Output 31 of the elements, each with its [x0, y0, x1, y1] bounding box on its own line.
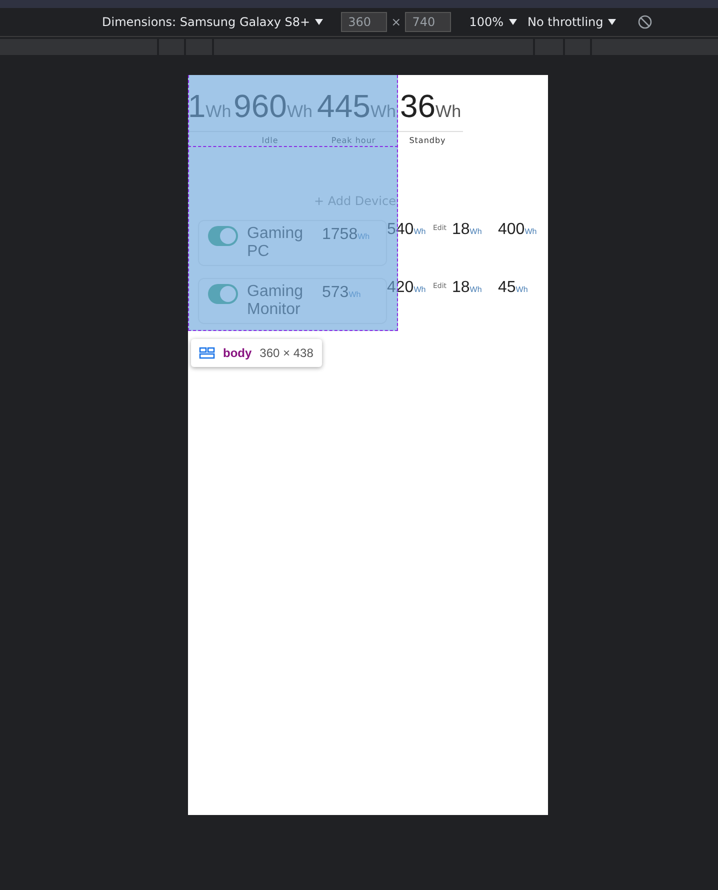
device-dropdown[interactable]: Dimensions: Samsung Galaxy S8+: [102, 15, 324, 29]
standby-value: 18Wh: [452, 278, 483, 298]
idle-value: 400Wh: [498, 220, 538, 240]
toggle-switch[interactable]: [208, 226, 238, 246]
stat-label: Peak hour: [331, 136, 376, 146]
times-sign: ×: [391, 15, 402, 29]
stat-value: 960Wh: [234, 87, 312, 126]
total-value: 1758Wh: [322, 225, 371, 245]
peak-value: 540Wh: [387, 220, 427, 240]
stat-value: 36Wh: [400, 87, 462, 126]
stat-label: Idle: [262, 136, 278, 146]
caret-icon: [608, 19, 616, 25]
element-tag: body: [223, 346, 252, 360]
height-field[interactable]: 740: [405, 12, 452, 32]
width-field[interactable]: 360: [341, 12, 388, 32]
zoom-dropdown[interactable]: 100%: [469, 15, 516, 29]
throttling-dropdown[interactable]: No throttling: [528, 15, 616, 29]
element-size: 360 × 438: [260, 346, 314, 360]
caret-icon: [315, 19, 324, 25]
toggle-switch[interactable]: [208, 284, 238, 304]
device-name: Gaming PC: [247, 225, 304, 261]
standby-value: 18Wh: [452, 220, 483, 240]
caret-icon: [508, 19, 516, 25]
peak-value: 420Wh: [387, 278, 427, 298]
idle-value: 45Wh: [498, 278, 529, 298]
stat-value: 445Wh: [317, 87, 396, 126]
device-name: Gaming Monitor: [247, 283, 304, 319]
stat-value: 1Wh: [188, 87, 232, 126]
total-value: 573Wh: [322, 283, 362, 303]
stat-label: Standby: [409, 136, 446, 146]
layout-icon: [199, 347, 215, 359]
